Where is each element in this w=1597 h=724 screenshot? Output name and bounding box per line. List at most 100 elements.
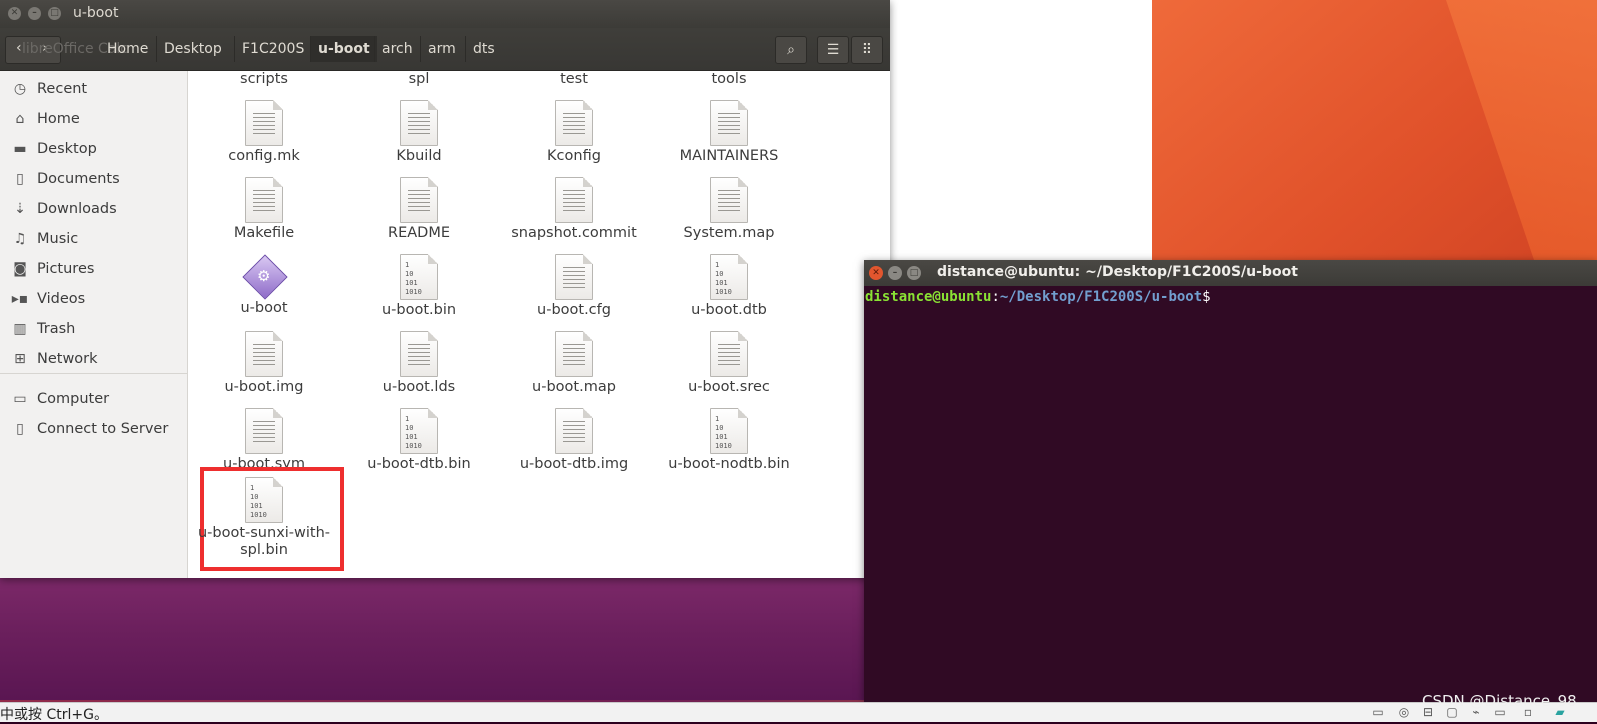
grid-view-icon[interactable]: ⠿ — [851, 36, 883, 64]
close-window-icon[interactable]: ✕ — [8, 7, 21, 20]
home-icon: ⌂ — [15, 111, 25, 127]
file-name: u-boot.srec — [688, 379, 770, 395]
breadcrumb-home[interactable]: Home — [100, 36, 155, 62]
watermark: CSDN @Distance_98 — [1422, 692, 1577, 710]
hint-text: 中或按 Ctrl+G。 — [0, 707, 108, 723]
sidebar-item-videos[interactable]: ▸▪ Videos — [0, 285, 187, 313]
text-file-icon — [555, 408, 593, 454]
sidebar-item-connect-to-server[interactable]: ▯ Connect to Server — [0, 415, 187, 443]
maximize-window-icon[interactable]: □ — [48, 7, 61, 20]
search-icon[interactable]: ⌕ — [775, 36, 807, 64]
prompt-user: distance@ubuntu — [865, 289, 992, 305]
sidebar-item-label: Trash — [37, 321, 76, 337]
file-item[interactable]: 1 10 101 1010 u-boot-nodtb.bin — [656, 408, 802, 473]
breadcrumb-dts[interactable]: dts — [465, 36, 502, 62]
file-item-highlighted[interactable]: 1 10 101 1010 u-boot-sunxi-with-spl.bin — [196, 477, 332, 559]
file-item[interactable]: ⚙ u-boot — [191, 254, 337, 317]
file-item[interactable]: MAINTAINERS — [656, 100, 802, 165]
sidebar-item-pictures[interactable]: ◙ Pictures — [0, 255, 187, 283]
folder-item-scripts[interactable]: scripts — [191, 71, 337, 88]
sidebar-item-label: Recent — [37, 81, 88, 97]
sidebar-item-recent[interactable]: ◷ Recent — [0, 75, 187, 103]
file-item[interactable]: u-boot.lds — [346, 331, 492, 396]
terminal-output[interactable]: distance@ubuntu:~/Desktop/F1C200S/u-boot… — [864, 286, 1597, 704]
file-item[interactable]: u-boot.map — [501, 331, 647, 396]
file-name: Kconfig — [547, 148, 601, 164]
minimize-window-icon[interactable]: – — [28, 7, 41, 20]
text-file-icon — [555, 254, 593, 300]
folder-item-spl[interactable]: spl — [346, 71, 492, 88]
sidebar-item-label: Music — [37, 231, 79, 247]
disc-icon[interactable]: ◎ — [1396, 705, 1412, 719]
file-item[interactable]: u-boot.img — [191, 331, 337, 396]
file-name: u-boot-nodtb.bin — [668, 456, 790, 472]
maximize-window-icon[interactable]: □ — [907, 266, 921, 280]
window-titlebar[interactable]: ✕ – □ distance@ubuntu: ~/Desktop/F1C200S… — [864, 260, 1597, 286]
breadcrumb-arch[interactable]: arch — [374, 36, 420, 62]
text-file-icon — [245, 177, 283, 223]
sidebar-item-label: Documents — [37, 171, 120, 187]
sidebar-item-desktop[interactable]: ▬ Desktop — [0, 135, 187, 163]
sidebar-item-computer[interactable]: ▭ Computer — [0, 385, 187, 413]
file-item[interactable]: 1 10 101 1010 u-boot.dtb — [656, 254, 802, 319]
sidebar-item-label: Videos — [37, 291, 86, 307]
chevron-left-icon[interactable]: ‹ — [16, 40, 22, 56]
video-icon: ▸▪ — [11, 291, 29, 307]
text-file-icon — [555, 331, 593, 377]
sidebar-item-downloads[interactable]: ⇣ Downloads — [0, 195, 187, 223]
file-item[interactable]: Kbuild — [346, 100, 492, 165]
file-item[interactable]: 1 10 101 1010 u-boot-dtb.bin — [346, 408, 492, 473]
terminal-window[interactable]: ✕ – □ distance@ubuntu: ~/Desktop/F1C200S… — [864, 260, 1597, 702]
text-file-icon — [400, 331, 438, 377]
folder-item-test[interactable]: test — [501, 71, 647, 88]
breadcrumb-desktop[interactable]: Desktop — [156, 36, 229, 62]
drive-icon[interactable]: ▭ — [1370, 705, 1386, 719]
binary-file-icon: 1 10 101 1010 — [710, 408, 748, 454]
sidebar-item-home[interactable]: ⌂ Home — [0, 105, 187, 133]
download-icon: ⇣ — [14, 201, 26, 217]
sidebar-item-label: Home — [37, 111, 80, 127]
prompt-path: ~/Desktop/F1C200S/u-boot — [999, 289, 1203, 305]
minimize-window-icon[interactable]: – — [888, 266, 902, 280]
file-name: scripts — [240, 71, 288, 87]
file-item[interactable]: Makefile — [191, 177, 337, 242]
sidebar-item-music[interactable]: ♫ Music — [0, 225, 187, 253]
file-item[interactable]: u-boot.cfg — [501, 254, 647, 319]
trash-icon: ▥ — [13, 321, 27, 337]
file-item[interactable]: Kconfig — [501, 100, 647, 165]
sidebar-item-label: Desktop — [37, 141, 97, 157]
file-item[interactable]: snapshot.commit — [501, 177, 647, 242]
network-icon: ⊞ — [14, 351, 26, 367]
sidebar-divider — [0, 373, 187, 374]
file-item[interactable]: 1 10 101 1010 u-boot.bin — [346, 254, 492, 319]
file-item[interactable]: u-boot.srec — [656, 331, 802, 396]
sidebar-item-label: Network — [37, 351, 98, 367]
breadcrumb-f1c200s[interactable]: F1C200S — [234, 36, 311, 62]
file-item[interactable]: README — [346, 177, 492, 242]
binary-file-icon: 1 10 101 1010 — [245, 477, 283, 523]
file-item[interactable]: u-boot-dtb.img — [501, 408, 647, 473]
breadcrumb-arm[interactable]: arm — [420, 36, 463, 62]
list-view-icon[interactable]: ☰ — [817, 36, 849, 64]
sidebar-item-documents[interactable]: ▯ Documents — [0, 165, 187, 193]
prompt-dollar: $ — [1202, 289, 1211, 305]
sidebar-item-network[interactable]: ⊞ Network — [0, 345, 187, 373]
window-titlebar[interactable]: ✕ – □ u-boot — [0, 0, 890, 28]
close-window-icon[interactable]: ✕ — [869, 266, 883, 280]
text-file-icon — [710, 331, 748, 377]
sidebar-item-trash[interactable]: ▥ Trash — [0, 315, 187, 343]
file-name: config.mk — [228, 148, 300, 164]
file-item[interactable]: System.map — [656, 177, 802, 242]
file-name: u-boot.map — [532, 379, 616, 395]
file-item[interactable]: u-boot.sym — [191, 408, 337, 473]
server-icon: ▯ — [16, 421, 24, 437]
text-file-icon — [400, 177, 438, 223]
prompt-colon: : — [991, 289, 1000, 305]
folder-item-tools[interactable]: tools — [656, 71, 802, 88]
sidebar-item-label: Downloads — [37, 201, 117, 217]
computer-icon: ▭ — [13, 391, 27, 407]
breadcrumb-u-boot[interactable]: u-boot — [310, 36, 377, 62]
text-file-icon — [555, 177, 593, 223]
file-item[interactable]: config.mk — [191, 100, 337, 165]
file-name: tools — [711, 71, 747, 87]
